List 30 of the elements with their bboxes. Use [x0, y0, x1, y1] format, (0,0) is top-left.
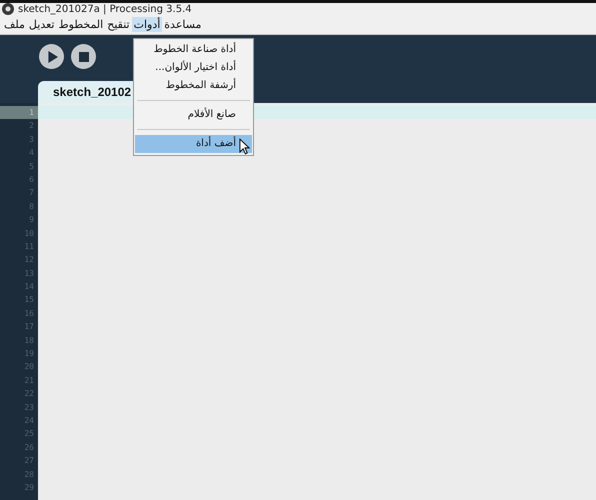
line-number: 5	[28, 160, 35, 173]
line-number: 26	[23, 442, 35, 454]
line-number: 14	[23, 281, 35, 294]
line-number: 11	[23, 240, 35, 253]
line-number: 17	[23, 321, 35, 334]
line-number: 9	[28, 214, 35, 226]
window-title: sketch_201027a | Processing 3.5.4	[18, 4, 192, 14]
line-number: 7	[28, 187, 35, 200]
line-number: 8	[28, 200, 35, 213]
line-number: 6	[28, 174, 35, 186]
line-number: 25	[23, 428, 35, 440]
line-number: 1	[0, 106, 38, 120]
line-number: 2	[28, 120, 35, 132]
line-number: 4	[28, 147, 35, 160]
line-number: 22	[23, 388, 35, 400]
line-number: 29	[23, 482, 35, 494]
line-number: 15	[23, 294, 35, 306]
line-number: 28	[23, 468, 35, 481]
line-number: 23	[23, 402, 35, 414]
line-number: 20	[23, 361, 35, 374]
line-number: 13	[23, 268, 35, 280]
line-number: 12	[23, 254, 35, 266]
line-number: 27	[23, 455, 35, 468]
line-number: 18	[23, 334, 35, 347]
line-number: 3	[28, 134, 35, 146]
line-number: 10	[23, 228, 35, 240]
line-number: 19	[23, 348, 35, 360]
line-number: 21	[23, 374, 35, 387]
line-number: 16	[23, 308, 35, 320]
line-number: 24	[23, 414, 35, 427]
